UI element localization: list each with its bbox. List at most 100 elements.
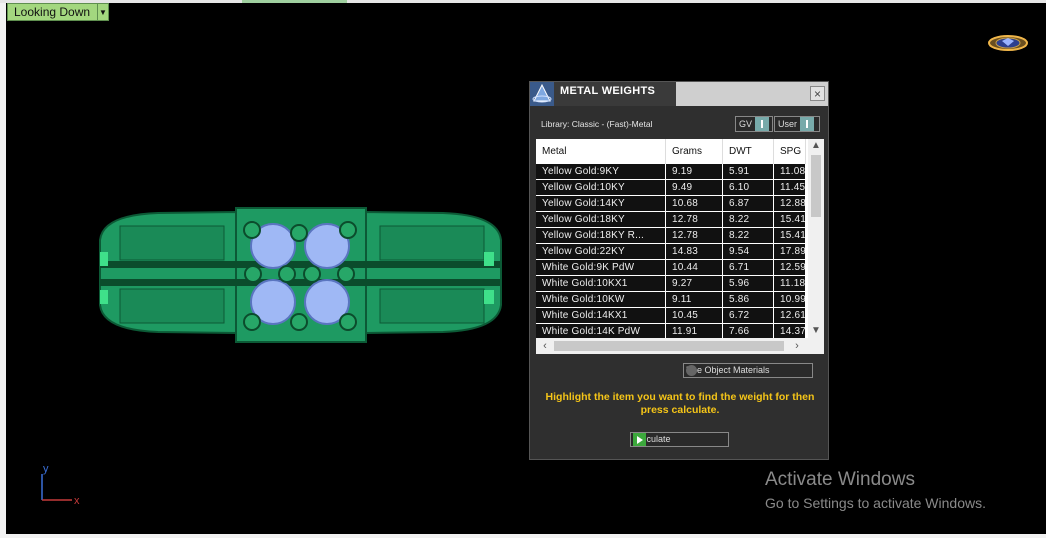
view-cube-icon[interactable] xyxy=(988,32,1028,54)
cell-spg: 12.88 xyxy=(774,196,806,211)
cell-grams: 10.45 xyxy=(666,308,723,323)
cell-dwt: 5.91 xyxy=(723,164,774,179)
vertical-scrollbar[interactable]: ▲ ▼ xyxy=(808,139,824,338)
cell-spg: 14.37 xyxy=(774,324,806,339)
calculate-button[interactable]: Calculate xyxy=(630,432,729,447)
scroll-left-icon[interactable]: ‹ xyxy=(538,338,552,354)
panel-title: METAL WEIGHTS xyxy=(560,85,656,97)
cell-spg: 15.41 xyxy=(774,212,806,227)
table-row[interactable]: Yellow Gold:9KY 9.19 5.91 11.08 xyxy=(536,164,806,180)
scroll-thumb[interactable] xyxy=(811,155,821,217)
scroll-down-icon[interactable]: ▼ xyxy=(808,324,824,338)
table-row[interactable]: Yellow Gold:14KY 10.68 6.87 12.88 xyxy=(536,196,806,212)
instruction-text: Highlight the item you want to find the … xyxy=(545,391,815,416)
chevron-down-icon[interactable]: ▼ xyxy=(97,4,108,20)
user-toggle[interactable]: User xyxy=(774,116,820,132)
play-icon xyxy=(633,433,646,446)
gv-toggle[interactable]: GV xyxy=(735,116,773,132)
cell-grams: 14.83 xyxy=(666,244,723,259)
cell-metal: White Gold:9K PdW xyxy=(536,260,666,275)
cell-dwt: 6.87 xyxy=(723,196,774,211)
cell-metal: White Gold:10KW xyxy=(536,292,666,307)
cell-dwt: 6.72 xyxy=(723,308,774,323)
cell-dwt: 6.10 xyxy=(723,180,774,195)
watermark-subtitle: Go to Settings to activate Windows. xyxy=(765,495,986,511)
metal-weights-table: Metal Grams DWT SPG Yellow Gold:9KY 9.19 5… xyxy=(536,139,824,354)
cell-grams: 9.19 xyxy=(666,164,723,179)
cell-metal: Yellow Gold:10KY xyxy=(536,180,666,195)
table-row[interactable]: Yellow Gold:22KY 14.83 9.54 17.89 xyxy=(536,244,806,260)
cell-grams: 9.49 xyxy=(666,180,723,195)
cell-dwt: 9.54 xyxy=(723,244,774,259)
view-selector[interactable]: Looking Down ▼ xyxy=(7,3,109,21)
cell-metal: Yellow Gold:18KY R... xyxy=(536,228,666,243)
cell-spg: 11.08 xyxy=(774,164,806,179)
table-row[interactable]: White Gold:10KX1 9.27 5.96 11.18 xyxy=(536,276,806,292)
column-header-dwt[interactable]: DWT xyxy=(723,139,774,164)
user-toggle-label: User xyxy=(778,119,798,129)
axis-indicator-icon: y x xyxy=(41,463,80,506)
cell-spg: 17.89 xyxy=(774,244,806,259)
cell-metal: Yellow Gold:14KY xyxy=(536,196,666,211)
horizontal-scrollbar[interactable]: ‹ › xyxy=(536,338,824,354)
cell-dwt: 7.66 xyxy=(723,324,774,339)
cell-spg: 10.99 xyxy=(774,292,806,307)
axis-y-label: y xyxy=(43,463,49,475)
gv-toggle-label: GV xyxy=(739,119,753,129)
column-header-spg[interactable]: SPG xyxy=(774,139,806,164)
cell-spg: 11.45 xyxy=(774,180,806,195)
cell-grams: 9.27 xyxy=(666,276,723,291)
axis-x-label: x xyxy=(74,495,80,506)
watermark-title: Activate Windows xyxy=(765,469,915,490)
cell-metal: Yellow Gold:9KY xyxy=(536,164,666,179)
scroll-up-icon[interactable]: ▲ xyxy=(808,139,824,153)
table-header: Metal Grams DWT SPG xyxy=(536,139,806,164)
cell-grams: 9.11 xyxy=(666,292,723,307)
close-button[interactable]: × xyxy=(810,86,825,101)
toggle-switch-icon xyxy=(800,117,815,131)
cell-grams: 10.68 xyxy=(666,196,723,211)
cell-dwt: 5.96 xyxy=(723,276,774,291)
cell-grams: 12.78 xyxy=(666,212,723,227)
column-header-grams[interactable]: Grams xyxy=(666,139,723,164)
cell-dwt: 8.22 xyxy=(723,228,774,243)
table-row[interactable]: Yellow Gold:10KY 9.49 6.10 11.45 xyxy=(536,180,806,196)
metal-weights-panel: METAL WEIGHTS × Library: Classic - (Fast… xyxy=(529,81,829,460)
cell-dwt: 6.71 xyxy=(723,260,774,275)
table-body: Yellow Gold:9KY 9.19 5.91 11.08 Yellow Gold:… xyxy=(536,164,806,340)
column-header-metal[interactable]: Metal xyxy=(536,139,666,164)
app-logo-icon xyxy=(530,82,554,106)
cell-grams: 10.44 xyxy=(666,260,723,275)
cell-metal: Yellow Gold:18KY xyxy=(536,212,666,227)
cell-metal: White Gold:10KX1 xyxy=(536,276,666,291)
table-row[interactable]: Yellow Gold:18KY R... 12.78 8.22 15.41 xyxy=(536,228,806,244)
ring-model[interactable] xyxy=(98,200,503,345)
activation-watermark: Activate Windows Go to Settings to activ… xyxy=(765,469,986,511)
cell-grams: 11.91 xyxy=(666,324,723,339)
view-label: Looking Down xyxy=(14,5,91,19)
cell-spg: 12.61 xyxy=(774,308,806,323)
panel-title-tab: METAL WEIGHTS xyxy=(554,82,676,106)
cell-metal: White Gold:14K PdW xyxy=(536,324,666,339)
use-object-materials-label: Use Object Materials xyxy=(686,365,770,375)
scroll-right-icon[interactable]: › xyxy=(790,338,804,354)
cell-spg: 15.41 xyxy=(774,228,806,243)
table-row[interactable]: White Gold:14KX1 10.45 6.72 12.61 xyxy=(536,308,806,324)
scroll-thumb[interactable] xyxy=(554,341,784,351)
cell-spg: 11.18 xyxy=(774,276,806,291)
use-object-materials-toggle[interactable]: Use Object Materials xyxy=(683,363,813,378)
table-row[interactable]: White Gold:10KW 9.11 5.86 10.99 xyxy=(536,292,806,308)
cell-spg: 12.59 xyxy=(774,260,806,275)
panel-titlebar[interactable]: METAL WEIGHTS × xyxy=(530,82,828,106)
radio-icon xyxy=(686,365,697,376)
top-strip xyxy=(0,0,1046,3)
cell-grams: 12.78 xyxy=(666,228,723,243)
library-label: Library: Classic - (Fast)-Metal xyxy=(541,119,653,129)
cell-dwt: 8.22 xyxy=(723,212,774,227)
cell-metal: Yellow Gold:22KY xyxy=(536,244,666,259)
cell-metal: White Gold:14KX1 xyxy=(536,308,666,323)
cell-dwt: 5.86 xyxy=(723,292,774,307)
table-row[interactable]: White Gold:9K PdW 10.44 6.71 12.59 xyxy=(536,260,806,276)
toggle-switch-icon xyxy=(755,117,770,131)
table-row[interactable]: Yellow Gold:18KY 12.78 8.22 15.41 xyxy=(536,212,806,228)
